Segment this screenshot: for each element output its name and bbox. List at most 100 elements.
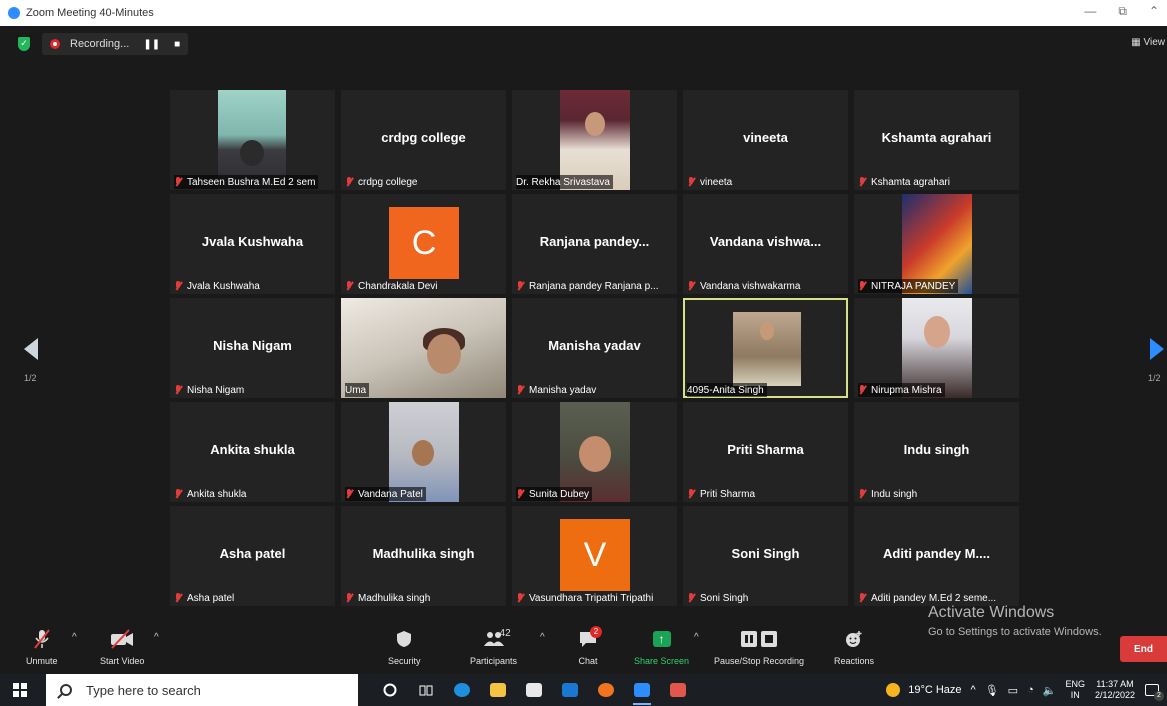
chat-label: Chat <box>578 656 598 666</box>
participants-count: 42 <box>499 628 511 639</box>
shield-icon <box>396 628 412 650</box>
volume-icon[interactable]: 🔈 <box>1043 684 1057 697</box>
participant-tile[interactable]: Nirupma Mishra <box>854 298 1019 398</box>
participant-tile[interactable]: V Vasundhara Tripathi Tripathi <box>512 506 677 606</box>
start-button[interactable] <box>0 674 40 706</box>
participant-tile[interactable]: Sunita Dubey <box>512 402 677 502</box>
security-shield-icon[interactable]: ✓ <box>18 37 30 51</box>
weather-text[interactable]: 19°C Haze <box>908 684 961 696</box>
participant-name-label: vineeta <box>687 175 735 189</box>
active-speaker-tile[interactable]: 4095-Anita Singh <box>683 298 848 398</box>
participant-name-label: 4095-Anita Singh <box>687 383 767 397</box>
minimize-icon[interactable]: — <box>1084 4 1096 19</box>
task-view-icon[interactable] <box>408 674 444 706</box>
store-icon[interactable] <box>516 674 552 706</box>
smiley-plus-icon <box>844 628 864 650</box>
video-options-caret-icon[interactable]: ^ <box>154 632 159 643</box>
previous-page-arrow-icon[interactable] <box>24 338 38 360</box>
office-app-icon[interactable] <box>660 674 696 706</box>
participant-tile[interactable]: Asha patel Asha patel <box>170 506 335 606</box>
share-screen-button[interactable]: ↑ Share Screen <box>634 628 689 666</box>
participant-display-name: Priti Sharma <box>727 442 804 457</box>
end-meeting-button[interactable]: End <box>1120 636 1167 662</box>
unmute-button[interactable]: Unmute <box>26 628 58 666</box>
muted-mic-icon <box>345 593 353 603</box>
battery-icon[interactable]: ▭ <box>1008 684 1018 697</box>
participant-tile[interactable]: C Chandrakala Devi <box>341 194 506 294</box>
edge-browser-icon[interactable] <box>444 674 480 706</box>
windows-logo-icon <box>13 683 27 697</box>
reactions-button[interactable]: Reactions <box>834 628 874 666</box>
participants-options-caret-icon[interactable]: ^ <box>540 632 545 643</box>
participant-name-label: Indu singh <box>858 487 920 501</box>
participant-tile[interactable]: Priti Sharma Priti Sharma <box>683 402 848 502</box>
muted-mic-icon <box>687 593 695 603</box>
participant-name-label: Tahseen Bushra M.Ed 2 sem <box>174 175 319 189</box>
participant-tile[interactable]: Indu singh Indu singh <box>854 402 1019 502</box>
page-indicator-left: 1/2 <box>24 373 37 383</box>
participants-button[interactable]: 42 Participants <box>470 628 517 666</box>
participant-tile[interactable]: Soni Singh Soni Singh <box>683 506 848 606</box>
collapse-icon[interactable]: ⌃ <box>1149 4 1159 19</box>
pause-recording-button[interactable]: ❚❚ <box>143 39 160 50</box>
participant-tile[interactable]: crdpg college crdpg college <box>341 90 506 190</box>
muted-mic-icon <box>516 385 524 395</box>
region-code: IN <box>1070 690 1080 700</box>
participant-display-name: Soni Singh <box>731 546 800 561</box>
pause-stop-recording-button[interactable]: Pause/Stop Recording <box>714 628 804 666</box>
participant-tile[interactable]: Vandana vishwa... Vandana vishwakarma <box>683 194 848 294</box>
notifications-icon[interactable]: 2 <box>1145 684 1164 701</box>
language-indicator[interactable]: ENG IN <box>1065 679 1085 701</box>
participant-tile[interactable]: Jvala Kushwaha Jvala Kushwaha <box>170 194 335 294</box>
share-options-caret-icon[interactable]: ^ <box>694 632 699 643</box>
audio-options-caret-icon[interactable]: ^ <box>72 632 77 643</box>
participant-tile[interactable]: Tahseen Bushra M.Ed 2 sem <box>170 90 335 190</box>
start-video-button[interactable]: Start Video <box>100 628 144 666</box>
participant-display-name: Vandana vishwa... <box>709 234 822 249</box>
taskbar-clock[interactable]: 11:37 AM 2/12/2022 <box>1095 679 1135 701</box>
participant-name-label: Vandana vishwakarma <box>687 279 803 293</box>
window-title: Zoom Meeting 40-Minutes <box>26 7 154 19</box>
muted-mic-icon <box>345 281 353 291</box>
participant-tile[interactable]: vineeta vineeta <box>683 90 848 190</box>
zoom-taskbar-icon[interactable] <box>624 674 660 706</box>
participant-tile[interactable]: Nisha Nigam Nisha Nigam <box>170 298 335 398</box>
participant-tile[interactable]: Dr. Rekha Srivastava <box>512 90 677 190</box>
muted-mic-icon <box>516 281 524 291</box>
next-page-arrow-icon[interactable] <box>1150 338 1164 360</box>
participant-tile[interactable]: Ranjana pandey... Ranjana pandey Ranjana… <box>512 194 677 294</box>
participant-tile[interactable]: NITRAJA PANDEY <box>854 194 1019 294</box>
participant-video <box>733 312 801 386</box>
mail-icon[interactable] <box>552 674 588 706</box>
participant-tile[interactable]: Aditi pandey M.... Aditi pandey M.Ed 2 s… <box>854 506 1019 606</box>
participant-tile[interactable]: Ankita shukla Ankita shukla <box>170 402 335 502</box>
show-hidden-icons-icon[interactable]: ^ <box>971 684 976 696</box>
stop-recording-button[interactable]: ■ <box>174 39 180 50</box>
participant-tile[interactable]: Vandana Patel <box>341 402 506 502</box>
muted-mic-icon <box>858 385 866 395</box>
participant-name-label: Nisha Nigam <box>174 383 247 397</box>
reactions-label: Reactions <box>834 656 875 666</box>
network-icon[interactable]: ◔ <box>1027 684 1034 696</box>
restore-icon[interactable]: ⧉ <box>1118 4 1127 19</box>
participant-tile[interactable]: Kshamta agrahari Kshamta agrahari <box>854 90 1019 190</box>
participant-tile[interactable]: Manisha yadav Manisha yadav <box>512 298 677 398</box>
zoom-meeting-window: Zoom Meeting 40-Minutes — ⧉ ⌃ ✓ Recordin… <box>0 0 1167 706</box>
file-explorer-icon[interactable] <box>480 674 516 706</box>
window-controls: — ⧉ ⌃ <box>1084 4 1159 19</box>
participant-display-name: Madhulika singh <box>372 546 475 561</box>
view-button[interactable]: ▦ View <box>1131 37 1165 48</box>
chat-button[interactable]: 2 Chat <box>578 626 602 666</box>
participant-tile[interactable]: Madhulika singh Madhulika singh <box>341 506 506 606</box>
firefox-icon[interactable] <box>588 674 624 706</box>
security-button[interactable]: Security <box>388 628 421 666</box>
microphone-tray-icon[interactable]: 🎙 <box>985 684 999 697</box>
gallery-grid: Tahseen Bushra M.Ed 2 sem crdpg college … <box>170 90 1019 608</box>
zoom-app-icon <box>8 7 20 19</box>
participant-tile[interactable]: Uma <box>341 298 506 398</box>
clock-time: 11:37 AM <box>1096 679 1134 689</box>
taskbar-search-box[interactable]: Type here to search <box>46 674 358 706</box>
cortana-icon[interactable] <box>372 674 408 706</box>
participant-name-label: Soni Singh <box>687 591 751 605</box>
search-icon <box>60 684 72 696</box>
